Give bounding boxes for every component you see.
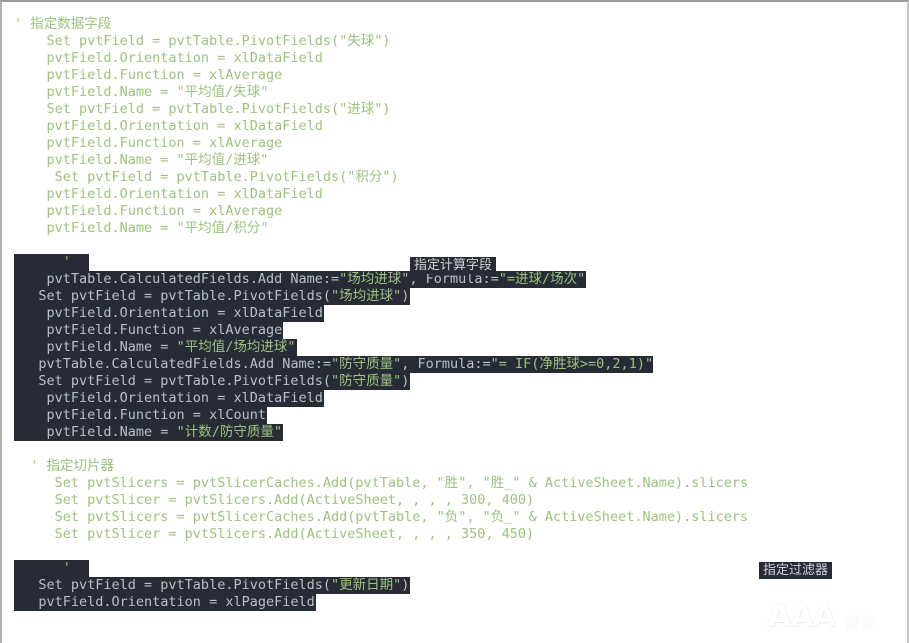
code-line-text: pvtField.Name = "计数/防守质量" — [14, 424, 282, 440]
code-line[interactable]: Set pvtSlicers = pvtSlicerCaches.Add(pvt… — [14, 475, 748, 492]
code-line-text: pvtField.Name = "平均值/进球" — [14, 152, 269, 168]
code-line-text: ' — [14, 254, 71, 270]
code-line-text: pvtField.Name = "平均值/积分" — [14, 220, 269, 236]
code-line-text: pvtField.Orientation = xlDataField — [14, 305, 323, 321]
code-line-text: pvtField.Orientation = xlDataField — [14, 118, 323, 134]
code-line-text: pvtField.Function = xlAverage — [14, 322, 283, 338]
annotation-filter: 指定过滤器 — [759, 562, 833, 579]
code-line-text: pvtTable.CalculatedFields.Add Name:="防守质… — [14, 356, 654, 372]
code-line[interactable]: ' — [14, 254, 71, 271]
code-line-text: pvtField.Orientation = xlDataField — [14, 186, 323, 202]
code-line[interactable]: pvtField.Name = "平均值/进球" — [14, 152, 269, 169]
code-line[interactable]: pvtField.Function = xlAverage — [14, 67, 283, 84]
code-line[interactable]: Set pvtField = pvtTable.PivotFields("失球"… — [14, 33, 391, 50]
code-line[interactable]: Set pvtSlicer = pvtSlicers.Add(ActiveShe… — [14, 492, 535, 509]
code-line[interactable]: pvtField.Orientation = xlPageField — [14, 594, 316, 611]
code-line-text: pvtField.Orientation = xlDataField — [14, 390, 323, 406]
code-line-text: Set pvtSlicers = pvtSlicerCaches.Add(pvt… — [14, 475, 749, 491]
code-line[interactable]: pvtTable.CalculatedFields.Add Name:="场均进… — [14, 271, 586, 288]
code-line[interactable]: Set pvtField = pvtTable.PivotFields("更新日… — [14, 577, 411, 594]
code-line[interactable]: Set pvtSlicers = pvtSlicerCaches.Add(pvt… — [14, 509, 748, 526]
code-line[interactable]: ' — [14, 560, 71, 577]
code-line-text: pvtField.Function = xlAverage — [14, 135, 283, 151]
code-line[interactable]: pvtField.Orientation = xlDataField — [14, 305, 324, 322]
code-line[interactable]: pvtField.Name = "计数/防守质量" — [14, 424, 284, 441]
code-line[interactable]: pvtField.Name = "平均值/失球" — [14, 84, 269, 101]
code-line-text: Set pvtSlicer = pvtSlicers.Add(ActiveShe… — [14, 492, 535, 508]
code-line[interactable]: Set pvtField = pvtTable.PivotFields("进球"… — [14, 101, 391, 118]
code-line[interactable]: ' 指定切片器 — [14, 458, 114, 475]
code-line[interactable]: pvtField.Name = "平均值/场均进球" — [14, 339, 297, 356]
code-line[interactable]: Set pvtField = pvtTable.PivotFields("场均进… — [14, 288, 411, 305]
code-line-text: pvtField.Name = "平均值/失球" — [14, 84, 269, 100]
code-line-text: Set pvtField = pvtTable.PivotFields("场均进… — [14, 288, 410, 304]
annotation-calc-field: 指定计算字段 — [410, 257, 497, 274]
code-line[interactable]: pvtField.Orientation = xlDataField — [14, 390, 324, 407]
code-line[interactable]: pvtField.Orientation = xlDataField — [14, 50, 323, 67]
code-line[interactable]: Set pvtField = pvtTable.PivotFields("防守质… — [14, 373, 411, 390]
code-line-text: Set pvtField = pvtTable.PivotFields("防守质… — [14, 373, 410, 389]
code-line[interactable]: pvtField.Function = xlAverage — [14, 203, 283, 220]
editor-frame: ' 指定数据字段 Set pvtField = pvtTable.PivotFi… — [0, 0, 909, 643]
code-line[interactable]: pvtTable.CalculatedFields.Add Name:="防守质… — [14, 356, 654, 373]
code-line-text: Set pvtSlicer = pvtSlicers.Add(ActiveShe… — [14, 526, 535, 542]
code-line-text: Set pvtField = pvtTable.PivotFields("更新日… — [14, 577, 410, 593]
code-line-text: ' 指定数据字段 — [14, 16, 112, 32]
code-line-text: ' 指定切片器 — [14, 458, 115, 474]
code-line-text: pvtField.Name = "平均值/场均进球" — [14, 339, 296, 355]
code-line-text: pvtField.Orientation = xlPageField — [14, 594, 315, 610]
code-line-text: pvtField.Function = xlAverage — [14, 67, 283, 83]
code-line-text: pvtField.Function = xlCount — [14, 407, 266, 423]
code-line-text: ' — [14, 560, 71, 576]
code-line[interactable]: pvtField.Orientation = xlDataField — [14, 118, 323, 135]
code-line-text: pvtField.Orientation = xlDataField — [14, 50, 323, 66]
code-line[interactable]: ' 指定数据字段 — [14, 16, 111, 33]
code-line-text: Set pvtField = pvtTable.PivotFields("进球"… — [14, 101, 391, 117]
code-line[interactable]: pvtField.Function = xlCount — [14, 407, 268, 424]
code-line[interactable]: Set pvtField = pvtTable.PivotFields("积分"… — [14, 169, 399, 186]
code-line-text: Set pvtField = pvtTable.PivotFields("积分"… — [14, 169, 399, 185]
code-area[interactable]: ' 指定数据字段 Set pvtField = pvtTable.PivotFi… — [2, 2, 907, 643]
code-line-text: pvtTable.CalculatedFields.Add Name:="场均进… — [14, 271, 586, 287]
code-line-text: pvtField.Function = xlAverage — [14, 203, 283, 219]
code-line[interactable]: pvtField.Name = "平均值/积分" — [14, 220, 269, 237]
code-line[interactable]: pvtField.Orientation = xlDataField — [14, 186, 323, 203]
code-line[interactable]: pvtField.Function = xlAverage — [14, 135, 283, 152]
code-line[interactable]: pvtField.Function = xlAverage — [14, 322, 284, 339]
code-line-text: Set pvtField = pvtTable.PivotFields("失球"… — [14, 33, 391, 49]
code-line-text: Set pvtSlicers = pvtSlicerCaches.Add(pvt… — [14, 509, 749, 525]
code-line[interactable]: Set pvtSlicer = pvtSlicers.Add(ActiveShe… — [14, 526, 535, 543]
